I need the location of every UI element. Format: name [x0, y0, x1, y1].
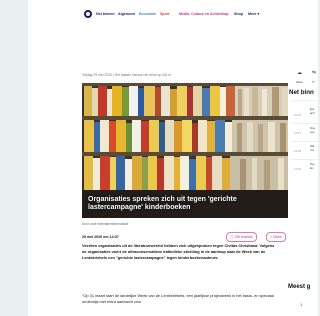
nav-item-meer[interactable]: Meer ▾ [248, 12, 259, 16]
chevron-down-icon: ▾ [256, 12, 260, 16]
page: Net binnen Algemeen Economie Sport Media… [28, 0, 318, 316]
weather-icon[interactable]: ☁ [297, 70, 302, 76]
share-label: Delen [272, 235, 282, 239]
reactions-button[interactable]: ▢ 198 reacties [226, 232, 257, 242]
nav-item-net-binnen[interactable]: Net binnen [96, 12, 115, 16]
meest-gelezen-heading: Meest g [288, 284, 311, 290]
news-time: 14:57 [294, 131, 301, 135]
news-item[interactable]: Eur ach [310, 107, 318, 115]
article-body: "Op 31 maart start de landelijke Week va… [82, 293, 274, 305]
rank-number: 1 [300, 302, 303, 307]
top-navigation: Net binnen Algemeen Economie Sport Media… [28, 0, 318, 28]
traffic-icon[interactable]: ⇋ [312, 70, 316, 76]
traffic-label: Tr [312, 80, 315, 84]
nav-item-shop[interactable]: Shop [234, 12, 243, 16]
news-time: 15:01 [294, 113, 301, 117]
weather-label: Weer [296, 80, 304, 84]
nav-item-media-cultuur[interactable]: Media, Cultuur en Achterklap [179, 12, 229, 16]
news-item[interactable]: Tee kin [310, 162, 318, 170]
article-lead: Veertien organisaties uit de literatuurw… [82, 243, 275, 261]
news-item[interactable]: Ola mo [310, 144, 318, 152]
publish-date: 29 mei 2020 om 14:37 [82, 235, 119, 239]
news-time: 14:49 [294, 167, 301, 171]
reactions-label: 198 reacties [234, 235, 253, 239]
dateline: Vrijdag 29 mei 2020 | Het laatste nieuws… [82, 73, 171, 77]
hero-image[interactable]: Organisaties spreken zich uit tegen 'ger… [82, 83, 298, 218]
nav-item-sport[interactable]: Sport [160, 12, 169, 16]
news-time: 14:53 [294, 149, 301, 153]
image-caption: Door onze entertainmentredactie [82, 222, 129, 226]
sidebar: ☁ ⇋ Weer Tr Net binn 15:01 Eur ach 14:57… [288, 0, 318, 316]
share-button[interactable]: < Delen [266, 232, 286, 242]
nav-item-economie[interactable]: Economie [139, 12, 156, 16]
nav-item-algemeen[interactable]: Algemeen [118, 12, 135, 16]
hero-title[interactable]: Organisaties spreken zich uit tegen 'ger… [88, 196, 248, 211]
net-binnen-heading: Net binn [289, 89, 314, 96]
news-item[interactable]: Ove ove [310, 126, 318, 134]
nu-logo-icon[interactable] [84, 10, 92, 18]
